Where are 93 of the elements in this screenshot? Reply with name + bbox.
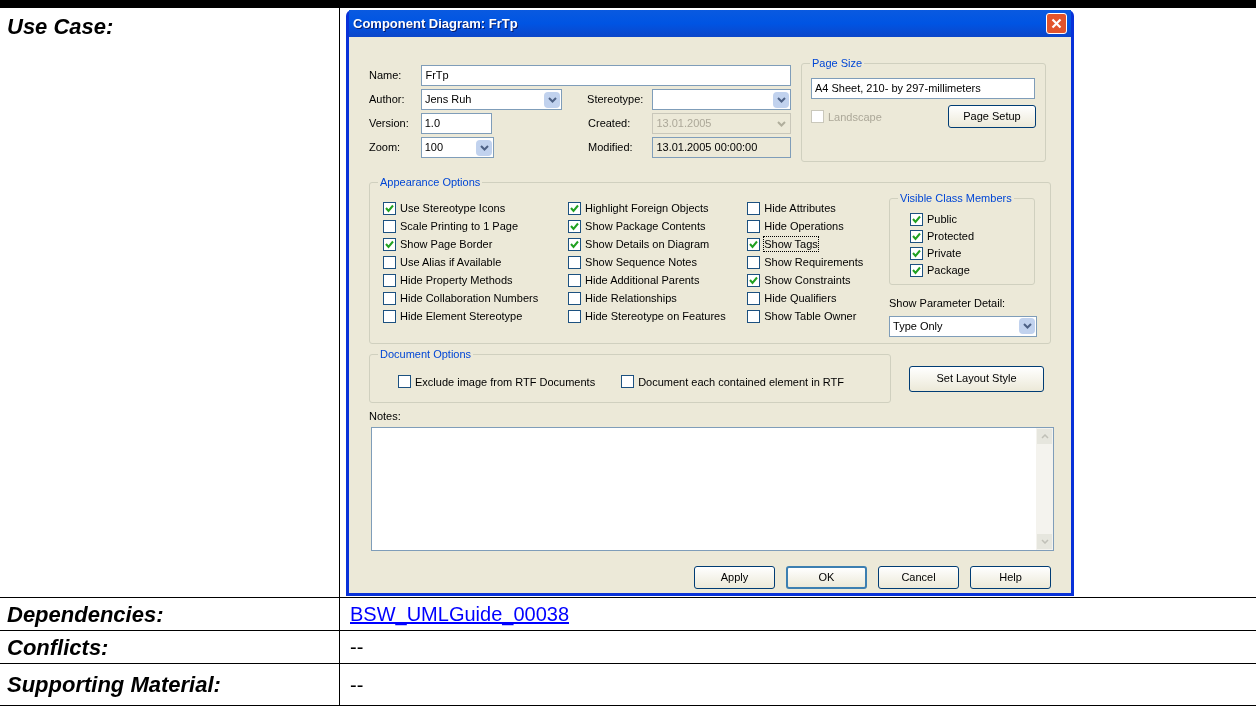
field-label: Zoom: (369, 140, 402, 156)
checkbox-label: Protected (927, 229, 975, 243)
checkbox-label: Show Sequence Notes (585, 255, 697, 269)
row-label: Conflicts: (7, 633, 109, 662)
field-label: Name: (369, 68, 403, 84)
page-size-field[interactable]: A4 Sheet, 210- by 297-millimeters (811, 78, 1035, 99)
checkbox-label: Show Package Contents (585, 219, 706, 233)
group-title: Visible Class Members (898, 191, 1014, 205)
dependency-link[interactable]: BSW_UMLGuide_00038 (350, 599, 569, 629)
modified-field[interactable]: 13.01.2005 00:00:00 (652, 137, 791, 158)
checkbox-label: Use Stereotype Icons (400, 201, 506, 215)
checkbox[interactable] (910, 246, 923, 260)
checkbox[interactable] (747, 219, 761, 233)
checkbox-label: Hide Qualifiers (764, 291, 837, 305)
notes-label: Notes: (369, 409, 402, 423)
field-label: Version: (369, 116, 410, 132)
group-title: Appearance Options (378, 175, 483, 189)
checkbox[interactable] (747, 273, 761, 287)
checkbox-label: Hide Stereotype on Features (585, 309, 726, 323)
checkbox-label: Hide Relationships (585, 291, 677, 305)
checkbox-label: Scale Printing to 1 Page (400, 219, 519, 233)
field-label: Created: (588, 116, 632, 132)
checkbox-label: Document each contained element in RTF (638, 374, 844, 389)
checkbox[interactable] (910, 212, 923, 226)
checkbox[interactable] (568, 219, 582, 233)
checkbox[interactable] (910, 229, 923, 243)
checkbox-label: Use Alias if Available (400, 255, 502, 269)
checkbox[interactable] (747, 309, 761, 323)
checkbox[interactable] (747, 291, 761, 305)
checkbox-label: Hide Operations (764, 219, 844, 233)
row-label: Use Case: (7, 14, 114, 39)
checkbox-label: Private (927, 246, 962, 260)
author-dropdown[interactable]: Jens Ruh (420, 89, 563, 110)
checkbox-label: Hide Collaboration Numbers (400, 291, 539, 305)
dialog-button[interactable]: Page Setup (948, 105, 1036, 128)
field-label: Author: (369, 92, 406, 108)
dialog-button[interactable]: Set Layout Style (909, 365, 1044, 392)
checkbox[interactable] (568, 237, 582, 251)
checkbox[interactable] (747, 255, 761, 269)
checkbox-label: Hide Element Stereotype (400, 309, 523, 323)
version-field[interactable]: 1.0 (420, 113, 493, 134)
stereotype-dropdown[interactable] (651, 89, 791, 110)
zoom-dropdown[interactable]: 100 (420, 137, 494, 158)
window-title: Component Diagram: FrTp (353, 14, 518, 33)
checkbox[interactable] (568, 201, 582, 215)
checkbox-label: Highlight Foreign Objects (585, 201, 709, 215)
checkbox[interactable] (383, 309, 396, 323)
checkbox-label: Show Page Border (400, 237, 493, 251)
close-button[interactable] (1046, 13, 1067, 34)
checkbox-label: Show Requirements (764, 255, 864, 269)
checkbox[interactable] (383, 291, 396, 305)
checkbox-label: Show Details on Diagram (585, 237, 710, 251)
checkbox-label: Public (927, 212, 957, 226)
checkbox-label: Exclude image from RTF Documents (415, 374, 596, 389)
checkbox[interactable] (383, 273, 396, 287)
checkbox[interactable] (568, 291, 582, 305)
group-title: Document Options (378, 347, 474, 361)
field-label: Stereotype: (587, 92, 645, 108)
checkbox-label: Show Tags (764, 237, 818, 251)
checkbox[interactable] (383, 201, 396, 215)
checkbox[interactable] (383, 237, 396, 251)
checkbox[interactable] (568, 273, 582, 287)
checkbox[interactable] (747, 201, 761, 215)
checkbox-label: Landscape (828, 109, 882, 124)
parameter-detail-dropdown[interactable]: Type Only (889, 315, 1037, 337)
row-label: Dependencies: (7, 600, 164, 629)
checkbox-label: Hide Additional Parents (585, 273, 700, 287)
row-label: Supporting Material: (7, 671, 221, 699)
checkbox-label: Package (927, 263, 970, 277)
group-title: Page Size (810, 56, 865, 70)
row-value: -- (350, 672, 364, 698)
dialog-button[interactable]: OK (786, 566, 867, 589)
close-icon[interactable] (1051, 18, 1062, 29)
checkbox-label: Show Table Owner (764, 309, 857, 323)
checkbox[interactable] (747, 237, 761, 251)
checkbox[interactable] (568, 309, 582, 323)
notes-field[interactable] (371, 427, 1054, 551)
checkbox[interactable] (910, 263, 923, 277)
row-value: -- (350, 635, 364, 660)
checkbox[interactable] (383, 255, 396, 269)
field-label: Modified: (588, 140, 634, 156)
dialog-button[interactable]: Apply (694, 566, 775, 589)
dialog-button[interactable]: Help (970, 566, 1051, 589)
checkbox-label: Show Constraints (764, 273, 851, 287)
name-field[interactable]: FrTp (421, 65, 791, 86)
checkbox[interactable] (621, 375, 635, 388)
checkbox[interactable] (383, 219, 396, 233)
checkbox[interactable] (568, 255, 582, 269)
field-label: Show Parameter Detail: (889, 296, 1007, 311)
dialog-button[interactable]: Cancel (878, 566, 959, 589)
checkbox-label: Hide Property Methods (400, 273, 513, 287)
checkbox[interactable] (398, 375, 411, 388)
checkbox-label: Hide Attributes (764, 201, 836, 215)
